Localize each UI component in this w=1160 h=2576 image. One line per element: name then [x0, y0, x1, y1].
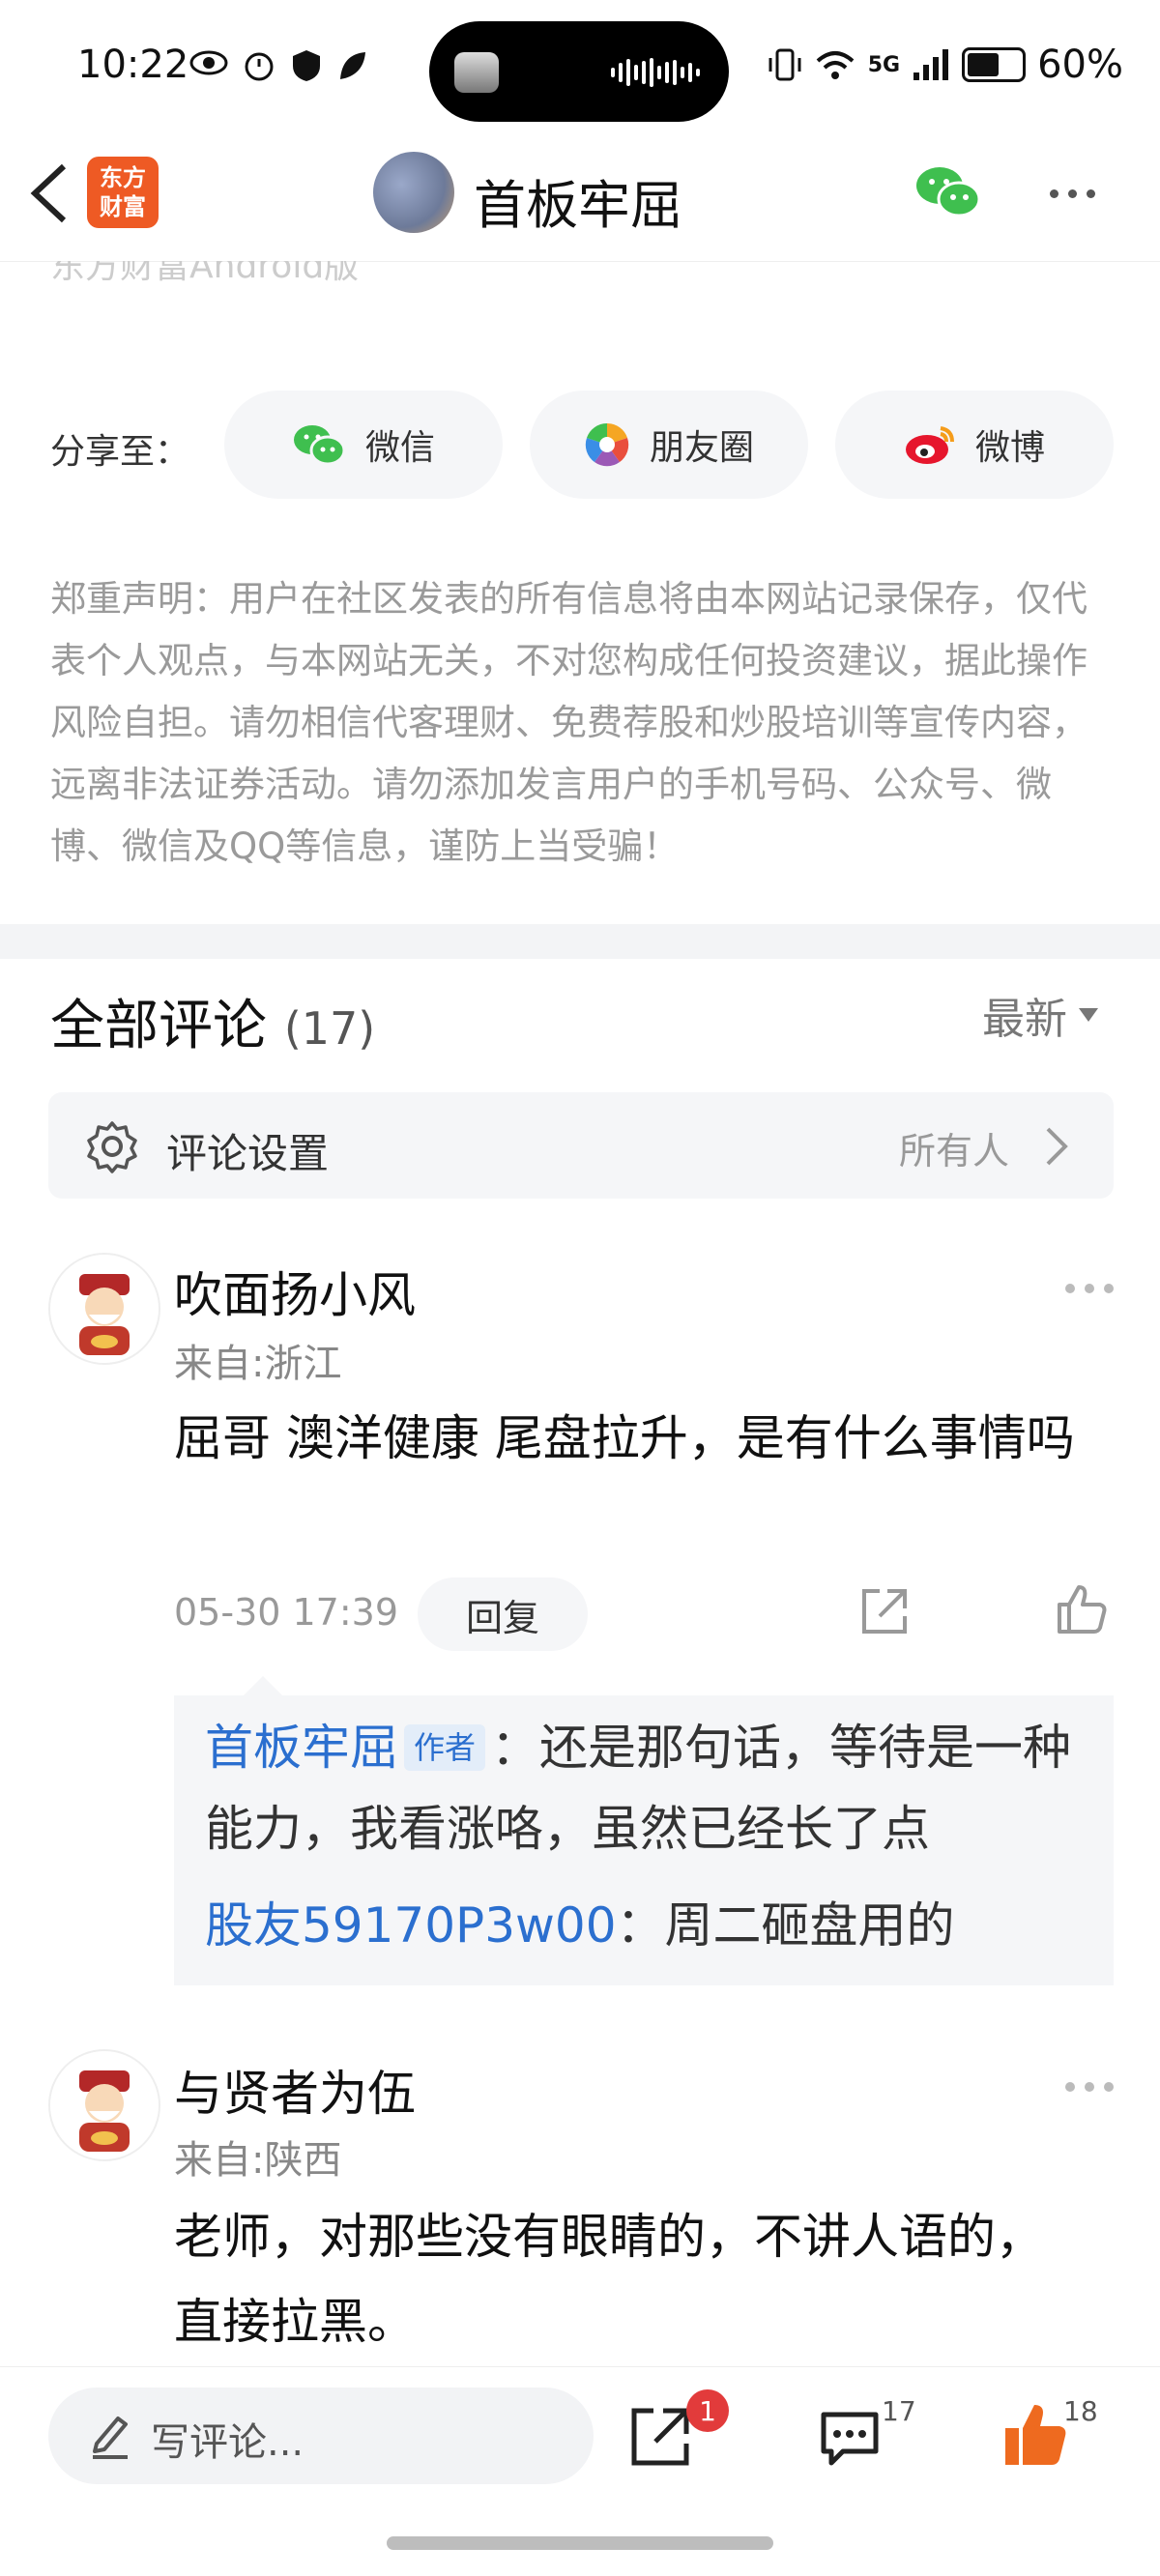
comment-time: 05-30 17:39: [174, 1591, 399, 1634]
share-moments-label: 朋友圈: [649, 428, 754, 468]
author-avatar[interactable]: [373, 152, 454, 233]
reply-text: ：周二砸盘用的: [616, 1897, 955, 1954]
comments-count: (17): [283, 1002, 376, 1055]
reply-item[interactable]: 首板牢屈 作者 ：还是那句话，等待是一种能力，我看涨咯，虽然已经长了点: [205, 1707, 1094, 1869]
share-icon[interactable]: [858, 1585, 911, 1637]
commenter-name[interactable]: 吹面扬小风: [174, 1257, 416, 1326]
commenter-location: 来自:陕西: [174, 2138, 342, 2183]
share-weibo-button[interactable]: 微博: [835, 391, 1114, 499]
back-arrow-icon[interactable]: [21, 157, 79, 230]
eye-icon: [189, 50, 228, 75]
chevron-right-icon: [1046, 1127, 1068, 1166]
network-label: 5G: [867, 52, 901, 77]
like-icon[interactable]: [1001, 2401, 1069, 2469]
weibo-icon: [905, 426, 954, 464]
comment-more-icon[interactable]: [1065, 2082, 1114, 2092]
comment-settings-value: 所有人: [899, 1130, 1010, 1172]
comment-text: 老师，对那些没有眼睛的，不讲人语的，直接拉黑。: [174, 2209, 1044, 2350]
reply-thread: 首板牢屈 作者 ：还是那句话，等待是一种能力，我看涨咯，虽然已经长了点 股友5917…: [174, 1695, 1114, 1985]
fortune-god-avatar-icon: [50, 1255, 159, 1363]
caret-down-icon: [1079, 1008, 1098, 1022]
leaf-icon: [340, 52, 365, 79]
share-moments-button[interactable]: 朋友圈: [530, 391, 808, 499]
status-right: 5G 60%: [768, 43, 1123, 87]
wifi-icon: [816, 51, 855, 79]
battery-icon: [962, 47, 1027, 82]
commenter-name[interactable]: 与贤者为伍: [174, 2055, 416, 2125]
more-options-icon[interactable]: [1050, 189, 1095, 198]
dynamic-island[interactable]: [429, 21, 729, 122]
reply-user[interactable]: 股友59170P3w00: [205, 1897, 617, 1954]
share-weibo-label: 微博: [974, 428, 1045, 468]
commenter-location: 来自:浙江: [174, 1342, 342, 1386]
signal-icon: [914, 49, 949, 80]
reply-pointer: [244, 1676, 282, 1695]
commenter-avatar[interactable]: [48, 1253, 160, 1365]
home-indicator[interactable]: [387, 2536, 773, 2550]
audio-wave-icon: [611, 58, 700, 87]
comment-settings-label: 评论设置: [166, 1130, 330, 1177]
reply-item[interactable]: 股友59170P3w00：周二砸盘用的: [205, 1885, 1094, 1966]
disclaimer-text: 郑重声明：用户在社区发表的所有信息将由本网站记录保存，仅代表个人观点，与本网站无…: [50, 578, 1088, 867]
app-logo-line2: 财富: [100, 193, 146, 220]
pen-icon: [93, 2417, 128, 2459]
wechat-icon[interactable]: [914, 162, 982, 220]
comment-count: 17: [882, 2395, 916, 2427]
app-logo[interactable]: 东方 财富: [87, 157, 159, 228]
share-label: 分享至：: [50, 432, 190, 472]
commenter-avatar[interactable]: [48, 2049, 160, 2161]
battery-percent: 60%: [1037, 43, 1123, 87]
comments-header: 全部评论 (17): [50, 982, 375, 1060]
shield-icon: [293, 50, 320, 81]
author-badge: 作者: [404, 1724, 486, 1771]
status-left-icons: [189, 48, 369, 83]
share-badge: 1: [686, 2389, 729, 2432]
comment-text: 屈哥 澳洋健康 尾盘拉升，是有什么事情吗: [174, 1410, 1075, 1466]
app-logo-line1: 东方: [100, 164, 146, 191]
section-divider: [0, 924, 1160, 959]
share-wechat-button[interactable]: 微信: [224, 391, 503, 499]
sort-label: 最新: [982, 995, 1067, 1044]
page-title[interactable]: 首板牢屈: [474, 162, 682, 239]
status-time: 10:22: [77, 43, 189, 87]
sort-dropdown[interactable]: 最新: [982, 984, 1098, 1046]
reply-button[interactable]: 回复: [418, 1577, 588, 1651]
share-wechat-label: 微信: [364, 428, 435, 468]
thumbs-up-icon[interactable]: [1056, 1583, 1108, 1635]
comments-title: 全部评论: [50, 995, 267, 1057]
alarm-icon: [245, 52, 274, 81]
media-thumbnail: [454, 52, 499, 93]
vibrate-icon: [768, 48, 801, 81]
like-count: 18: [1063, 2395, 1098, 2427]
comment-icon[interactable]: [818, 2407, 882, 2469]
share-icon[interactable]: [628, 2405, 692, 2469]
gear-icon: [87, 1121, 137, 1173]
moments-icon: [585, 422, 629, 467]
wechat-icon: [293, 425, 346, 466]
write-comment-placeholder: 写评论...: [151, 2420, 304, 2465]
comment-more-icon[interactable]: [1065, 1284, 1114, 1293]
fortune-god-avatar-icon: [50, 2051, 159, 2159]
reply-user[interactable]: 首板牢屈: [205, 1720, 398, 1776]
